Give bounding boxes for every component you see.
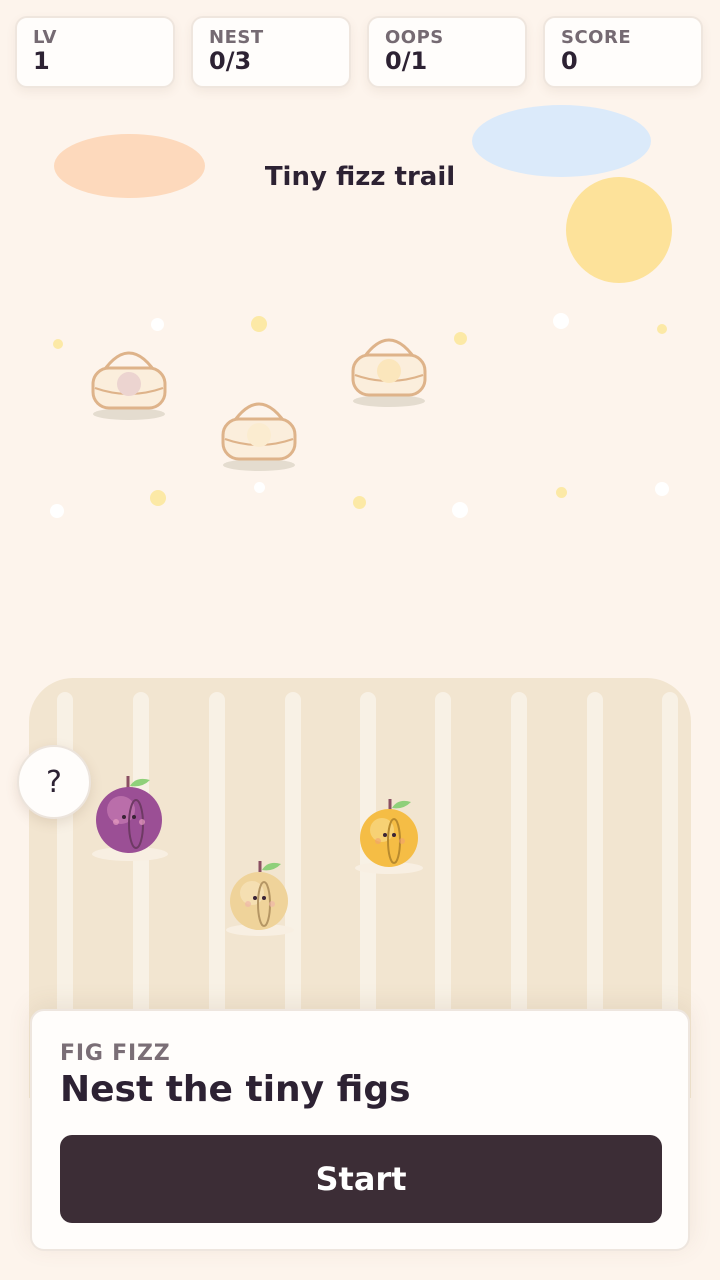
nest-label: NEST [209,27,264,48]
basket-icon[interactable] [219,389,299,479]
sparkle-dot [50,504,64,518]
start-button[interactable]: Start [60,1135,662,1223]
question-icon: ? [46,764,62,800]
sparkle-dot [657,324,667,334]
basket-icon[interactable] [89,338,169,428]
level-card: LV 1 [15,16,175,88]
sparkle-dot [150,490,166,506]
level-value: 1 [33,47,50,75]
help-button[interactable]: ? [17,745,91,819]
oops-card: OOPS 0/1 [367,16,527,88]
panel-heading: Nest the tiny figs [60,1069,411,1110]
sparkle-dot [454,332,467,345]
sparkle-dot [53,339,63,349]
fig-icon[interactable] [354,796,426,878]
sparkle-dot [452,502,468,518]
basket-icon[interactable] [349,325,429,415]
sparkle-dot [151,318,164,331]
start-button-label: Start [315,1160,407,1198]
oops-label: OOPS [385,27,444,48]
start-panel: FIG FIZZ Nest the tiny figs Start [30,1009,690,1251]
hud-bar: LV 1 NEST 0/3 OOPS 0/1 SCORE 0 [15,16,706,92]
sparkle-dot [254,482,265,493]
sparkle-dot [556,487,567,498]
sparkle-dot [251,316,267,332]
score-label: SCORE [561,27,632,48]
oops-value: 0/1 [385,47,428,75]
sun [566,177,672,283]
sparkle-dot [553,313,569,329]
game-name: FIG FIZZ [60,1041,171,1066]
level-title: Tiny fizz trail [264,162,456,192]
sparkle-dot [353,496,366,509]
score-value: 0 [561,47,578,75]
nest-card: NEST 0/3 [191,16,351,88]
fig-icon[interactable] [226,858,296,940]
sparkle-dot [655,482,669,496]
fig-icon[interactable] [90,772,170,864]
nest-value: 0/3 [209,47,252,75]
score-card: SCORE 0 [543,16,703,88]
level-label: LV [33,27,57,48]
